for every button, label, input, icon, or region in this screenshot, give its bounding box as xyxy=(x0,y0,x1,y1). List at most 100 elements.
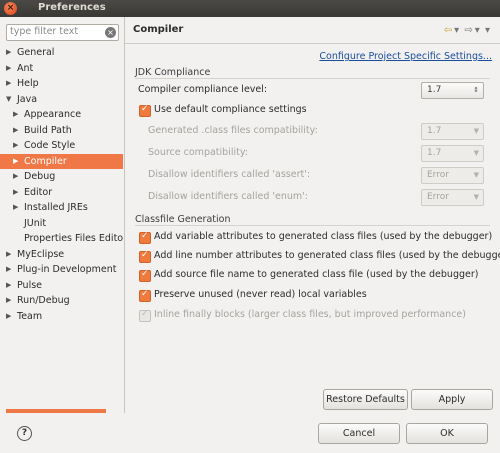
tree-item-build-path[interactable]: ▶ Build Path xyxy=(0,123,123,138)
tree-item-label: Compiler xyxy=(24,155,67,167)
tree-item-label: Installed JREs xyxy=(24,202,88,213)
collapsed-arrow-icon[interactable]: ▶ xyxy=(6,293,11,308)
tree-item-help[interactable]: ▶ Help xyxy=(0,76,123,91)
ok-button[interactable]: OK xyxy=(406,423,488,444)
generated-class-compat-select: 1.7 ▼ xyxy=(421,123,484,140)
tree-item-pulse[interactable]: ▶ Pulse xyxy=(0,278,123,293)
expanded-arrow-icon[interactable]: ▼ xyxy=(6,92,11,107)
source-file-name-label: Add source file name to generated class … xyxy=(154,269,479,280)
page-title: Compiler xyxy=(133,24,184,35)
tree-item-myeclipse[interactable]: ▶ MyEclipse xyxy=(0,247,123,262)
generated-class-compat-value: 1.7 xyxy=(427,126,442,136)
back-menu-icon[interactable]: ▾ xyxy=(454,25,459,36)
collapsed-arrow-icon[interactable]: ▶ xyxy=(13,154,18,169)
compliance-level-value: 1.7 xyxy=(427,85,442,95)
tree-item-general[interactable]: ▶ General xyxy=(0,45,123,60)
line-number-attributes-checkbox[interactable] xyxy=(139,250,151,263)
tree-item-java[interactable]: ▼ Java xyxy=(0,92,123,107)
source-compat-select: 1.7 ▼ xyxy=(421,145,484,162)
tree-item-debug[interactable]: ▶ Debug xyxy=(0,169,123,184)
tree-item-appearance[interactable]: ▶ Appearance xyxy=(0,107,123,122)
dialog-button-bar: ? Cancel OK xyxy=(0,413,500,453)
collapsed-arrow-icon[interactable]: ▶ xyxy=(6,45,11,60)
source-file-name-checkbox[interactable] xyxy=(139,269,151,282)
tree-item-label: Appearance xyxy=(24,109,82,120)
collapsed-arrow-icon[interactable]: ▶ xyxy=(6,61,11,76)
compliance-level-select[interactable]: 1.7 ⇕ xyxy=(421,82,484,99)
forward-arrow-icon[interactable]: ⇨ xyxy=(464,25,472,36)
tree-item-label: Editor xyxy=(24,186,53,198)
tree-item-editor[interactable]: ▶ Editor xyxy=(0,185,123,200)
chevron-down-icon: ▼ xyxy=(473,127,479,135)
tree-item-team[interactable]: ▶ Team xyxy=(0,309,123,324)
preserve-unused-checkbox[interactable] xyxy=(139,289,151,302)
tree-item-label: Debug xyxy=(24,171,56,182)
jdk-compliance-group-title: JDK Compliance xyxy=(135,67,211,78)
collapsed-arrow-icon[interactable]: ▶ xyxy=(6,309,11,324)
restore-defaults-button[interactable]: Restore Defaults xyxy=(323,389,408,410)
use-default-compliance-checkbox[interactable] xyxy=(139,104,151,117)
window-title: Preferences xyxy=(38,2,106,13)
tree-item-label: JUnit xyxy=(24,217,47,229)
tree-item-run-debug[interactable]: ▶ Run/Debug xyxy=(0,293,123,308)
forward-menu-icon[interactable]: ▾ xyxy=(475,25,480,36)
collapsed-arrow-icon[interactable]: ▶ xyxy=(6,76,11,91)
chevron-updown-icon: ⇕ xyxy=(473,86,479,94)
tree-item-installed-jres[interactable]: ▶ Installed JREs xyxy=(0,200,123,215)
disallow-assert-label: Disallow identifiers called 'assert': xyxy=(148,169,311,180)
variable-attributes-checkbox[interactable] xyxy=(139,231,151,244)
collapsed-arrow-icon[interactable]: ▶ xyxy=(13,123,18,138)
tree-item-label: Ant xyxy=(17,62,34,74)
view-menu-icon[interactable]: ▾ xyxy=(485,25,490,36)
inline-finally-label: Inline finally blocks (larger class file… xyxy=(154,309,466,320)
page-navigation: ⇦ ▾ ⇨ ▾ ▾ xyxy=(442,25,490,36)
collapsed-arrow-icon[interactable]: ▶ xyxy=(13,138,18,153)
close-icon[interactable]: × xyxy=(4,2,17,15)
tree-item-properties-files-edito[interactable]: Properties Files Edito xyxy=(0,231,123,246)
disallow-enum-select: Error ▼ xyxy=(421,189,484,206)
tree-item-label: MyEclipse xyxy=(17,248,65,260)
collapsed-arrow-icon[interactable]: ▶ xyxy=(6,262,11,277)
disallow-enum-label: Disallow identifiers called 'enum': xyxy=(148,191,308,202)
chevron-down-icon: ▼ xyxy=(473,193,479,201)
line-number-attributes-label: Add line number attributes to generated … xyxy=(154,250,500,261)
collapsed-arrow-icon[interactable]: ▶ xyxy=(13,107,18,122)
inline-finally-checkbox xyxy=(139,309,151,322)
compiler-page: Compiler ⇦ ▾ ⇨ ▾ ▾ Configure Project Speci… xyxy=(125,17,500,413)
classfile-divider xyxy=(135,225,490,226)
tree-item-code-style[interactable]: ▶ Code Style xyxy=(0,138,123,153)
compliance-level-label: Compiler compliance level: xyxy=(138,84,268,95)
tree-item-label: Java xyxy=(17,93,38,105)
cancel-button[interactable]: Cancel xyxy=(318,423,400,444)
back-arrow-icon[interactable]: ⇦ xyxy=(444,25,452,36)
collapsed-arrow-icon[interactable]: ▶ xyxy=(6,278,11,293)
collapsed-arrow-icon[interactable]: ▶ xyxy=(13,200,18,215)
tree-item-label: Properties Files Edito xyxy=(24,233,123,244)
title-bar: × Preferences xyxy=(0,0,500,17)
tree-item-label: Help xyxy=(17,78,39,89)
disallow-enum-value: Error xyxy=(427,192,449,202)
help-icon[interactable]: ? xyxy=(17,426,32,441)
tree-item-label: Build Path xyxy=(24,124,72,136)
tree-item-plug-in-development[interactable]: ▶ Plug-in Development xyxy=(0,262,123,277)
variable-attributes-label: Add variable attributes to generated cla… xyxy=(154,231,493,242)
chevron-down-icon: ▼ xyxy=(473,149,479,157)
generated-class-compat-label: Generated .class files compatibility: xyxy=(148,125,318,136)
clear-filter-icon[interactable]: × xyxy=(105,27,116,38)
apply-button[interactable]: Apply xyxy=(411,389,493,410)
collapsed-arrow-icon[interactable]: ▶ xyxy=(6,247,11,262)
jdk-compliance-divider xyxy=(135,78,490,79)
tree-item-label: Team xyxy=(17,310,43,322)
collapsed-arrow-icon[interactable]: ▶ xyxy=(13,185,18,200)
configure-project-settings-link[interactable]: Configure Project Specific Settings... xyxy=(319,51,492,62)
disallow-assert-value: Error xyxy=(427,170,449,180)
tree-item-ant[interactable]: ▶ Ant xyxy=(0,61,123,76)
filter-input[interactable]: type filter text × xyxy=(6,24,119,41)
source-compat-value: 1.7 xyxy=(427,148,442,158)
source-compat-label: Source compatibility: xyxy=(148,147,248,158)
collapsed-arrow-icon[interactable]: ▶ xyxy=(13,169,18,184)
tree-item-junit[interactable]: JUnit xyxy=(0,216,123,231)
classfile-group-title: Classfile Generation xyxy=(135,214,231,225)
tree-item-compiler[interactable]: ▶ Compiler xyxy=(0,153,123,169)
use-default-compliance-label: Use default compliance settings xyxy=(154,104,307,115)
